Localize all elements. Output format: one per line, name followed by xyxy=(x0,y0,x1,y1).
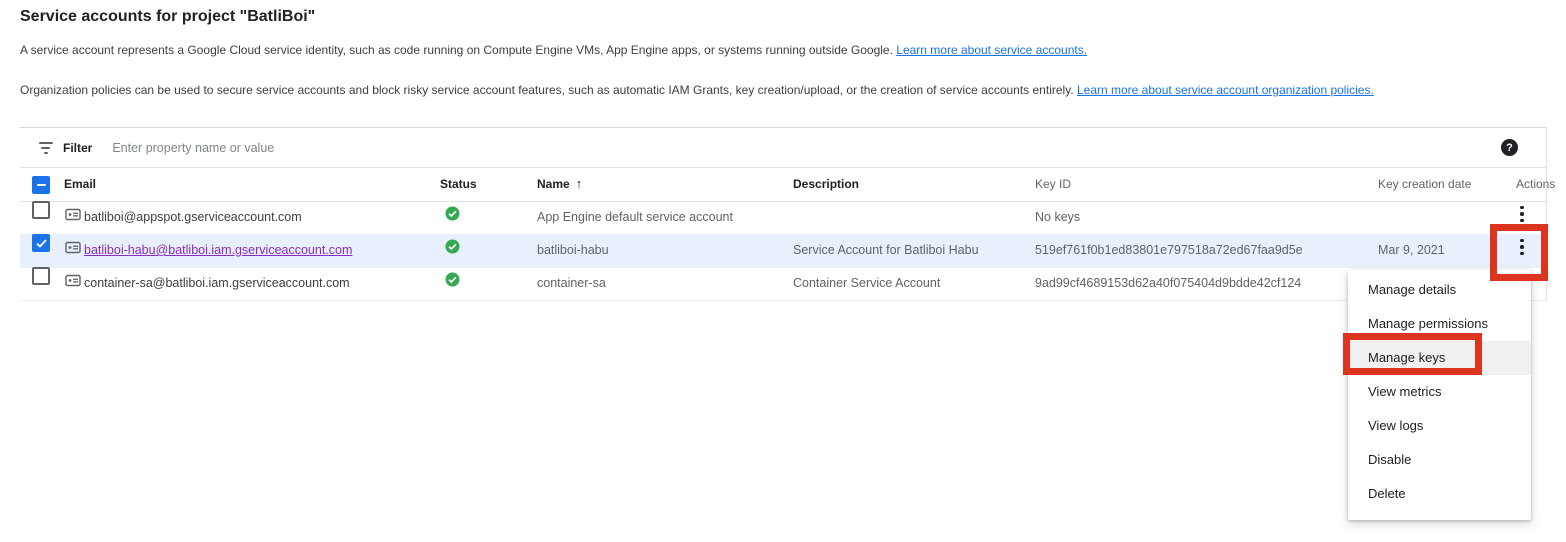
filter-input[interactable] xyxy=(110,140,1501,156)
row-checkbox[interactable] xyxy=(32,267,50,285)
email-link[interactable]: batliboi@appspot.gserviceaccount.com xyxy=(84,201,302,234)
header-key-id[interactable]: Key ID xyxy=(1035,167,1071,201)
key-id-cell: 9ad99cf4689153d62a40f075404d9bdde42cf124 xyxy=(1035,267,1301,300)
menu-item-view-logs[interactable]: View logs xyxy=(1348,409,1531,443)
header-key-creation-date[interactable]: Key creation date xyxy=(1378,167,1471,201)
email-link[interactable]: batliboi-habu@batliboi.iam.gserviceaccou… xyxy=(84,234,352,267)
row-actions-context-menu: Manage details Manage permissions Manage… xyxy=(1348,270,1531,520)
menu-item-view-metrics[interactable]: View metrics xyxy=(1348,375,1531,409)
select-all-checkbox[interactable] xyxy=(32,176,50,194)
intro-text-body: A service account represents a Google Cl… xyxy=(20,43,896,57)
row-actions-button[interactable] xyxy=(1510,201,1534,227)
description-cell: Container Service Account xyxy=(793,267,940,300)
header-status[interactable]: Status xyxy=(440,167,477,201)
menu-item-manage-details[interactable]: Manage details xyxy=(1348,273,1531,307)
description-cell: Service Account for Batliboi Habu xyxy=(793,234,979,267)
menu-item-manage-keys[interactable]: Manage keys xyxy=(1348,341,1531,375)
menu-item-disable[interactable]: Disable xyxy=(1348,443,1531,477)
org-policy-text-body: Organization policies can be used to sec… xyxy=(20,83,1077,97)
status-active-icon xyxy=(445,234,460,267)
header-email[interactable]: Email xyxy=(64,167,96,201)
checkmark-icon xyxy=(36,239,47,248)
sort-ascending-arrow-icon: ↑ xyxy=(576,176,583,191)
learn-more-service-accounts-link[interactable]: Learn more about service accounts. xyxy=(896,43,1087,57)
indeterminate-icon xyxy=(37,184,46,186)
service-accounts-table-card: Filter ? Email Status Name↑ Description … xyxy=(20,127,1547,301)
table-row: container-sa@batliboi.iam.gserviceaccoun… xyxy=(20,267,1546,301)
name-cell: App Engine default service account xyxy=(537,201,733,234)
row-actions-button[interactable] xyxy=(1510,234,1534,260)
kebab-icon xyxy=(1510,234,1534,260)
org-policy-text: Organization policies can be used to sec… xyxy=(20,83,1374,97)
service-account-icon xyxy=(65,201,81,234)
row-checkbox[interactable] xyxy=(32,201,50,219)
intro-text: A service account represents a Google Cl… xyxy=(20,43,1087,57)
filter-bar: Filter ? xyxy=(20,128,1546,168)
key-creation-date-cell: Mar 9, 2021 xyxy=(1378,234,1445,267)
service-account-icon xyxy=(65,234,81,267)
table-header-row: Email Status Name↑ Description Key ID Ke… xyxy=(20,167,1546,202)
menu-item-manage-permissions[interactable]: Manage permissions xyxy=(1348,307,1531,341)
email-link[interactable]: container-sa@batliboi.iam.gserviceaccoun… xyxy=(84,267,350,300)
learn-more-org-policies-link[interactable]: Learn more about service account organiz… xyxy=(1077,83,1374,97)
header-actions: Actions xyxy=(1516,167,1555,201)
filter-label: Filter xyxy=(63,141,92,155)
header-name[interactable]: Name↑ xyxy=(537,167,582,201)
menu-item-delete[interactable]: Delete xyxy=(1348,477,1531,511)
key-id-cell: No keys xyxy=(1035,201,1080,234)
key-id-cell: 519ef761f0b1ed83801e797518a72ed67faa9d5e xyxy=(1035,234,1303,267)
filter-icon[interactable] xyxy=(38,140,53,155)
name-cell: batliboi-habu xyxy=(537,234,609,267)
service-account-icon xyxy=(65,267,81,300)
status-active-icon xyxy=(445,201,460,234)
row-checkbox[interactable] xyxy=(32,234,50,252)
table-row: batliboi-habu@batliboi.iam.gserviceaccou… xyxy=(20,234,1546,268)
page-title: Service accounts for project "BatliBoi" xyxy=(20,8,315,26)
name-cell: container-sa xyxy=(537,267,606,300)
header-description[interactable]: Description xyxy=(793,167,859,201)
help-icon[interactable]: ? xyxy=(1501,139,1518,156)
table-row: batliboi@appspot.gserviceaccount.com App… xyxy=(20,201,1546,235)
status-active-icon xyxy=(445,267,460,300)
kebab-icon xyxy=(1510,201,1534,227)
